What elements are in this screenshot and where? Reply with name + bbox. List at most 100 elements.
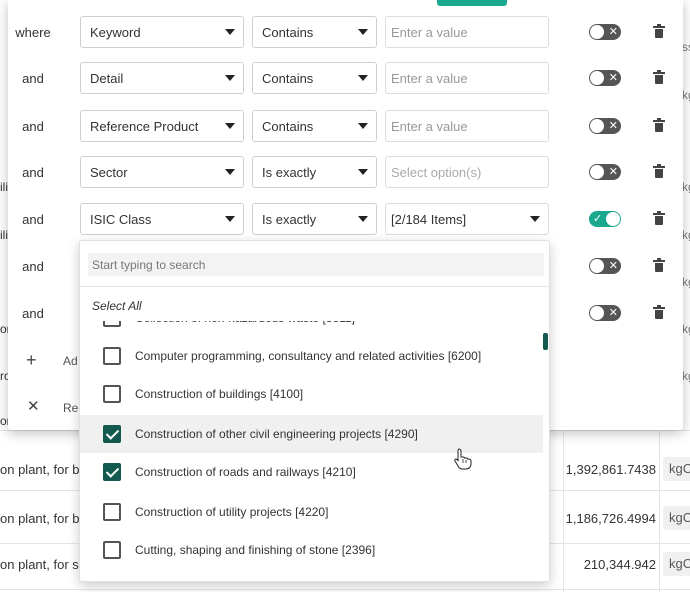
- filter-enable-toggle[interactable]: ✓: [589, 211, 621, 227]
- trash-body: [655, 169, 663, 178]
- option-label: Collection of non-hazardous waste [3811]: [135, 321, 355, 325]
- unit-badge: kgC: [663, 552, 690, 576]
- filter-enable-toggle[interactable]: ✕: [589, 24, 621, 40]
- filter-value-text: Enter a value: [391, 25, 468, 40]
- trash-lid: [653, 70, 665, 74]
- dropdown-option[interactable]: Construction of buildings [4100]: [80, 375, 543, 413]
- dropdown-option[interactable]: Construction of roads and railways [4210…: [80, 453, 543, 491]
- option-checkbox[interactable]: [103, 463, 121, 481]
- trash-lid: [653, 118, 665, 122]
- close-icon: ✕: [608, 260, 618, 272]
- table-column-divider: [659, 430, 660, 592]
- table-cell-fragment: ili: [0, 180, 8, 194]
- dropdown-option[interactable]: Construction of utility projects [4220]: [80, 493, 543, 531]
- option-checkbox[interactable]: [103, 385, 121, 403]
- filter-field-label: ISIC Class: [90, 212, 152, 227]
- filter-enable-toggle[interactable]: ✕: [589, 118, 621, 134]
- trash-body: [655, 216, 663, 225]
- filter-enable-toggle[interactable]: ✕: [589, 305, 621, 321]
- dropdown-option[interactable]: Computer programming, consultancy and re…: [80, 337, 543, 375]
- toggle-knob: [590, 71, 604, 85]
- table-cell-fragment: kg: [682, 275, 690, 289]
- filter-field-label: Detail: [90, 71, 124, 86]
- filter-operator-label: Contains: [262, 25, 314, 40]
- dropdown-scrollbar[interactable]: [543, 333, 548, 350]
- table-divider: [0, 589, 690, 590]
- filter-value-input[interactable]: Enter a value: [385, 110, 549, 142]
- close-icon: ✕: [608, 120, 618, 132]
- filter-field-label: Sector: [90, 165, 128, 180]
- unit-badge: kgC: [663, 506, 690, 530]
- chevron-down-icon: [225, 216, 235, 222]
- trash-lid: [653, 211, 665, 215]
- table-cell-fragment: kg: [682, 322, 690, 336]
- toggle-knob: [590, 25, 604, 39]
- filter-enable-toggle[interactable]: ✕: [589, 258, 621, 274]
- filter-field-select[interactable]: Detail: [80, 62, 244, 94]
- table-cell-fragment: kg: [682, 369, 690, 383]
- remove-filters-button[interactable]: Re: [63, 401, 78, 415]
- trash-body: [655, 123, 663, 132]
- filter-operator-select[interactable]: Is exactly: [252, 203, 377, 235]
- trash-lid: [653, 258, 665, 262]
- trash-icon[interactable]: [653, 70, 665, 84]
- option-checkbox[interactable]: [103, 541, 121, 559]
- option-checkbox[interactable]: [103, 347, 121, 365]
- dropdown-option[interactable]: Cutting, shaping and finishing of stone …: [80, 531, 543, 569]
- filter-conjunction-label: and: [22, 165, 44, 180]
- table-cell-product: on plant, for se: [0, 557, 86, 572]
- plus-icon[interactable]: +: [26, 350, 37, 371]
- close-icon: ✕: [608, 72, 618, 84]
- filter-value-input[interactable]: Enter a value: [385, 16, 549, 48]
- filter-conjunction-label: and: [22, 71, 44, 86]
- dropdown-option[interactable]: Collection of non-hazardous waste [3811]: [80, 321, 543, 337]
- option-label: Construction of other civil engineering …: [135, 427, 418, 441]
- trash-icon[interactable]: [653, 305, 665, 319]
- table-cell-product: on plant, for bio: [0, 511, 90, 526]
- close-icon[interactable]: ✕: [27, 397, 40, 415]
- option-checkbox[interactable]: [103, 321, 121, 327]
- filter-field-select[interactable]: Reference Product: [80, 110, 244, 142]
- chevron-down-icon: [358, 169, 368, 175]
- table-cell-value: 1,186,726.4994: [565, 511, 656, 526]
- close-icon: ✕: [608, 307, 618, 319]
- filter-value-select[interactable]: Select option(s): [385, 156, 549, 188]
- table-cell-value: 210,344.942: [583, 557, 656, 572]
- option-checkbox[interactable]: [103, 503, 121, 521]
- add-filter-button[interactable]: Ad: [63, 354, 78, 368]
- filter-field-select[interactable]: ISIC Class: [80, 203, 244, 235]
- filter-operator-select[interactable]: Contains: [252, 16, 377, 48]
- trash-lid: [653, 24, 665, 28]
- filter-operator-select[interactable]: Is exactly: [252, 156, 377, 188]
- filter-operator-select[interactable]: Contains: [252, 62, 377, 94]
- option-label: Computer programming, consultancy and re…: [135, 349, 482, 363]
- chevron-down-icon: [530, 216, 540, 222]
- trash-icon[interactable]: [653, 258, 665, 272]
- filter-operator-select[interactable]: Contains: [252, 110, 377, 142]
- filter-value-input[interactable]: Enter a value: [385, 62, 549, 94]
- filter-value-select[interactable]: [2/184 Items]: [385, 203, 549, 235]
- filter-enable-toggle[interactable]: ✕: [589, 70, 621, 86]
- dropdown-search-input[interactable]: Start typing to search: [88, 253, 544, 276]
- trash-body: [655, 29, 663, 38]
- filter-value-text: Select option(s): [391, 165, 482, 180]
- chevron-down-icon: [358, 29, 368, 35]
- filter-field-label: Reference Product: [90, 119, 199, 134]
- chevron-down-icon: [358, 75, 368, 81]
- table-cell-fragment: ss: [682, 40, 690, 54]
- option-label: Construction of buildings [4100]: [135, 387, 304, 401]
- dropdown-option-list: Collection of non-hazardous waste [3811]…: [80, 321, 549, 581]
- trash-body: [655, 310, 663, 319]
- filter-enable-toggle[interactable]: ✕: [589, 164, 621, 180]
- select-all-option[interactable]: Select All: [92, 299, 142, 313]
- trash-icon[interactable]: [653, 211, 665, 225]
- trash-icon[interactable]: [653, 164, 665, 178]
- table-cell-fragment: kg: [682, 88, 690, 102]
- dropdown-option[interactable]: Construction of other civil engineering …: [80, 415, 543, 453]
- trash-icon[interactable]: [653, 118, 665, 132]
- option-checkbox[interactable]: [103, 425, 121, 443]
- filter-field-select[interactable]: Keyword: [80, 16, 244, 48]
- table-cell-fragment: kg: [682, 228, 690, 242]
- filter-field-select[interactable]: Sector: [80, 156, 244, 188]
- trash-icon[interactable]: [653, 24, 665, 38]
